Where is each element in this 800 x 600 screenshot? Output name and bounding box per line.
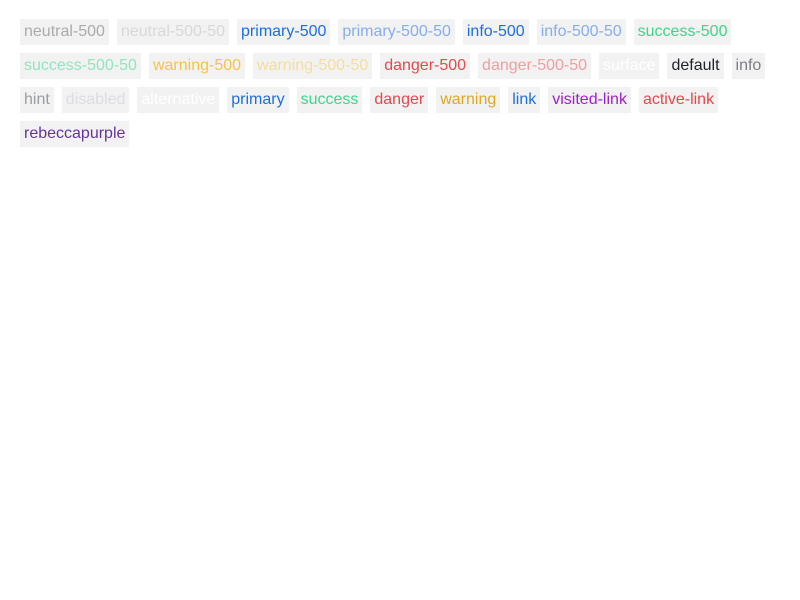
swatch-success-500-50: success-500-50	[20, 53, 141, 79]
swatch-hint: hint	[20, 87, 54, 113]
swatch-primary-500: primary-500	[237, 19, 331, 45]
swatch-active-link: active-link	[638, 87, 719, 113]
swatch-info-500-50: info-500-50	[536, 19, 626, 45]
swatch-danger: danger	[370, 87, 429, 113]
color-swatch-list: neutral-500 neutral-500-50 primary-500 prim…	[20, 19, 780, 147]
swatch-warning: warning	[436, 87, 501, 113]
swatch-warning-500-50: warning-500-50	[253, 53, 373, 79]
swatch-warning-500: warning-500	[148, 53, 246, 79]
swatch-neutral-500: neutral-500	[20, 19, 109, 45]
swatch-disabled: disabled	[61, 87, 130, 113]
swatch-success-500: success-500	[633, 19, 732, 45]
swatch-primary-500-50: primary-500-50	[338, 19, 455, 45]
swatch-alternative: alternative	[137, 87, 220, 113]
swatch-link: link	[508, 87, 541, 113]
swatch-success: success	[296, 87, 363, 113]
swatch-info-500: info-500	[462, 19, 529, 45]
swatch-danger-500: danger-500	[380, 53, 471, 79]
swatch-info: info	[731, 53, 766, 79]
swatch-danger-500-50: danger-500-50	[478, 53, 592, 79]
swatch-visited-link: visited-link	[548, 87, 631, 113]
swatch-default: default	[667, 53, 724, 79]
swatch-rebeccapurple: rebeccapurple	[20, 121, 130, 147]
swatch-neutral-500-50: neutral-500-50	[116, 19, 230, 45]
swatch-surface: surface	[599, 53, 660, 79]
swatch-primary: primary	[227, 87, 289, 113]
